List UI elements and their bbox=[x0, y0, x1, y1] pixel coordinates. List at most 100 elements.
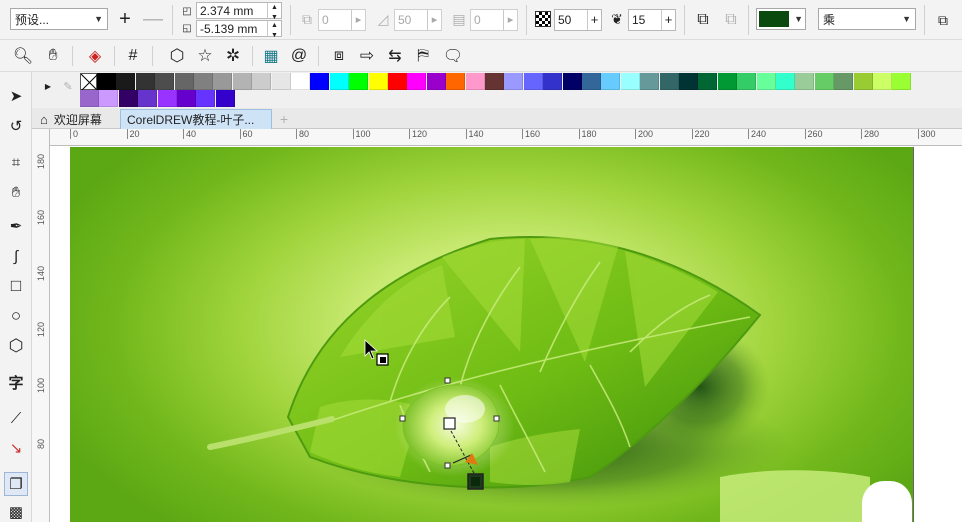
horizontal-ruler[interactable]: 0 20 40 60 80 100 120 140 160 180 200 220 240 260 280 3… bbox=[50, 129, 962, 146]
polygon-icon[interactable]: ⬡ bbox=[166, 45, 188, 67]
pan-tool-icon[interactable]: ✋︎ bbox=[4, 180, 28, 204]
tab-document[interactable]: CorelDREW教程-叶子... bbox=[120, 109, 272, 129]
color-swatch[interactable] bbox=[388, 73, 407, 90]
color-swatch[interactable] bbox=[873, 73, 892, 90]
color-swatch[interactable] bbox=[232, 73, 252, 90]
copy-properties-icon[interactable]: ⧉ bbox=[932, 9, 954, 31]
color-swatch[interactable] bbox=[194, 73, 213, 90]
color-swatch[interactable] bbox=[543, 73, 563, 90]
palette-menu-icon[interactable]: ▶ bbox=[40, 78, 56, 94]
shadow-start-handle[interactable] bbox=[443, 417, 456, 430]
color-swatch[interactable] bbox=[196, 90, 216, 107]
flowchart-icon[interactable]: ⇆ bbox=[384, 45, 406, 67]
color-swatch[interactable] bbox=[485, 73, 504, 90]
arrow-shape-icon[interactable]: ⇨ bbox=[356, 45, 378, 67]
color-swatch[interactable] bbox=[174, 73, 194, 90]
x-offset-stepper[interactable]: ▲ ▼ bbox=[267, 3, 281, 21]
color-swatch[interactable] bbox=[426, 73, 446, 90]
y-offset-stepper[interactable]: ▲ ▼ bbox=[267, 21, 281, 39]
ellipse-tool-icon[interactable]: ○ bbox=[4, 304, 28, 328]
color-swatch[interactable] bbox=[349, 73, 369, 90]
color-swatch[interactable] bbox=[504, 73, 524, 90]
color-swatch[interactable] bbox=[177, 90, 196, 107]
color-swatch[interactable] bbox=[310, 73, 330, 90]
eyedropper-icon[interactable]: ✎ bbox=[60, 78, 76, 94]
crop-tool-icon[interactable]: ⌗ bbox=[4, 150, 28, 174]
color-swatch[interactable] bbox=[601, 73, 621, 90]
color-swatch[interactable] bbox=[116, 73, 136, 90]
color-swatch[interactable] bbox=[271, 73, 291, 90]
remove-preset-icon[interactable]: — bbox=[142, 8, 164, 30]
connector-tool-icon[interactable]: ↘ bbox=[4, 436, 28, 460]
color-swatch[interactable] bbox=[138, 90, 158, 107]
shapes-icon[interactable]: ⧈ bbox=[328, 45, 350, 67]
shadow-angle-slider-icon[interactable]: ▸ bbox=[351, 10, 365, 30]
shadow-opacity-slider-icon[interactable]: + bbox=[587, 10, 601, 30]
color-swatch[interactable] bbox=[659, 73, 679, 90]
callout-icon[interactable]: 🗨︎ bbox=[442, 45, 464, 67]
shadow-fade-slider-icon[interactable]: ▸ bbox=[503, 10, 517, 30]
color-swatch[interactable] bbox=[368, 73, 388, 90]
star-icon[interactable]: ☆ bbox=[194, 45, 216, 67]
y-offset-field[interactable]: -5.139 mm ▲ ▼ bbox=[196, 20, 282, 39]
tab-welcome[interactable]: ⌂ 欢迎屏幕 bbox=[34, 109, 120, 129]
color-swatch[interactable] bbox=[291, 73, 310, 90]
color-swatch[interactable] bbox=[465, 73, 485, 90]
shadow-tool-icon[interactable]: ❐ bbox=[4, 472, 28, 496]
color-swatch[interactable] bbox=[446, 73, 466, 90]
preset-dropdown[interactable]: 预设... ▼ bbox=[10, 8, 108, 30]
color-swatch[interactable] bbox=[582, 73, 601, 90]
dimension-tool-icon[interactable]: ⟋ bbox=[4, 406, 28, 430]
shadow-angle-field[interactable]: 0 ▸ bbox=[318, 9, 366, 31]
banner-icon[interactable]: ⛿ bbox=[412, 45, 434, 67]
color-swatch[interactable] bbox=[795, 73, 815, 90]
fill-icon[interactable]: ◈ bbox=[84, 45, 106, 67]
shadow-feather-slider-icon[interactable]: + bbox=[661, 10, 675, 30]
color-swatch[interactable] bbox=[157, 90, 177, 107]
color-swatch[interactable] bbox=[717, 73, 737, 90]
color-swatch[interactable] bbox=[814, 73, 834, 90]
color-swatch[interactable] bbox=[776, 73, 795, 90]
color-swatch[interactable] bbox=[679, 73, 698, 90]
color-swatch[interactable] bbox=[252, 73, 272, 90]
color-swatch[interactable] bbox=[640, 73, 660, 90]
freehand-tool-icon[interactable]: ✒ bbox=[4, 214, 28, 238]
color-swatch[interactable] bbox=[892, 73, 912, 90]
color-swatch[interactable] bbox=[97, 73, 116, 90]
color-swatch[interactable] bbox=[834, 73, 854, 90]
color-swatch[interactable] bbox=[329, 73, 349, 90]
transparency-tool-icon[interactable]: ▩ bbox=[4, 500, 28, 522]
zoom-icon[interactable]: 🔍︎ bbox=[12, 45, 34, 67]
x-offset-field[interactable]: 2.374 mm ▲ ▼ bbox=[196, 2, 282, 21]
color-swatch[interactable] bbox=[213, 73, 233, 90]
table-icon[interactable]: ▦ bbox=[260, 45, 282, 67]
color-swatch[interactable] bbox=[737, 73, 757, 90]
color-swatch[interactable] bbox=[80, 90, 99, 107]
pick-tool-icon[interactable]: ➤ bbox=[4, 84, 28, 108]
shadow-color-picker[interactable]: ▼ bbox=[756, 8, 806, 30]
polygon-tool-icon[interactable]: ⬡ bbox=[4, 334, 28, 358]
feather-direction-icon[interactable]: ⧉ bbox=[692, 9, 714, 31]
complex-star-icon[interactable]: ✲ bbox=[222, 45, 244, 67]
add-preset-icon[interactable]: + bbox=[114, 8, 136, 30]
color-swatch[interactable] bbox=[407, 73, 427, 90]
shadow-opacity-field[interactable]: 50 + bbox=[554, 9, 602, 31]
no-color-swatch[interactable] bbox=[80, 73, 98, 91]
color-swatch[interactable] bbox=[118, 90, 138, 107]
color-swatch[interactable] bbox=[215, 90, 235, 107]
shadow-stretch-field[interactable]: 50 ▸ bbox=[394, 9, 442, 31]
artistic-media-icon[interactable]: ∫ bbox=[4, 244, 28, 268]
shadow-fade-field[interactable]: 0 ▸ bbox=[470, 9, 518, 31]
document-page[interactable] bbox=[70, 147, 913, 522]
leaf-artwork[interactable] bbox=[70, 147, 913, 522]
shadow-stretch-slider-icon[interactable]: ▸ bbox=[427, 10, 441, 30]
color-swatch[interactable] bbox=[756, 73, 776, 90]
grid-icon[interactable]: # bbox=[122, 45, 144, 67]
feather-edges-icon[interactable]: ⧉ bbox=[720, 9, 742, 31]
color-swatch[interactable] bbox=[853, 73, 873, 90]
new-tab-icon[interactable]: + bbox=[274, 109, 294, 129]
shape-tool-icon[interactable]: ↺ bbox=[4, 114, 28, 138]
rectangle-tool-icon[interactable]: □ bbox=[4, 274, 28, 298]
color-swatch[interactable] bbox=[698, 73, 718, 90]
text-tool-icon[interactable]: 字 bbox=[4, 370, 28, 394]
